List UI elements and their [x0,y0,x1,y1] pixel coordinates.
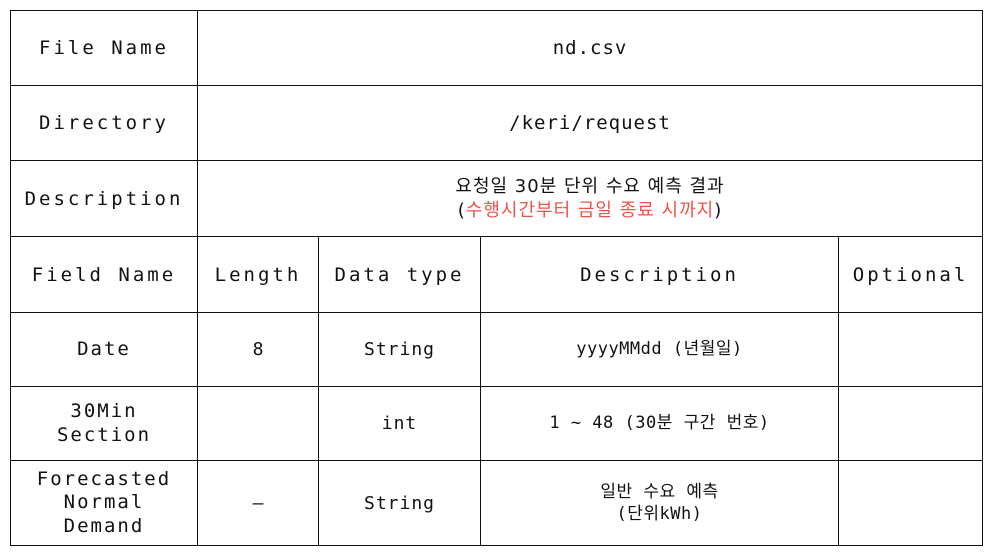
description-label: Description [10,160,198,237]
field-optional-cell [837,312,984,387]
field-description-line-1: 일반 수요 예측 [600,481,719,502]
description-value: 요청일 30분 단위 수요 예측 결과 (수행시간부터 금일 종료 시까지) [196,160,984,237]
field-data-type-cell: int [318,386,481,461]
field-description-line-1: 1 ~ 48 (30분 구간 번호) [549,413,770,434]
description-paren-close: ) [714,199,723,221]
column-header-description: Description [480,236,839,313]
field-length-cell: – [197,460,319,546]
table-row-description: Description 요청일 30분 단위 수요 예측 결과 (수행시간부터 … [10,160,984,237]
file-spec-table: File Name nd.csv Directory /keri/request… [10,10,984,546]
description-line-2: (수행시간부터 금일 종료 시까지) [202,199,978,222]
field-name-line-2: Normal [63,491,145,514]
field-name-line-1: Date [77,337,131,360]
field-name-line-3: Demand [63,514,145,537]
file-name-value: nd.csv [196,10,984,86]
field-description-cell: 1 ~ 48 (30분 구간 번호) [480,386,839,461]
field-description-cell: yyyyMMdd (년월일) [480,312,839,387]
description-highlight-text: 수행시간부터 금일 종료 시까지 [465,199,715,221]
field-name-cell: Forecasted Normal Demand [10,460,198,546]
directory-value: /keri/request [196,85,984,161]
table-row-field-date: Date 8 String yyyyMMdd (년월일) [10,312,984,387]
column-header-optional: Optional [837,236,984,313]
directory-label: Directory [10,85,198,161]
field-description-cell: 일반 수요 예측 (단위kWh) [480,460,839,546]
description-paren-open: ( [457,199,466,221]
field-length-cell: 8 [197,312,319,387]
field-table-header-row: Field Name Length Data type Description … [10,236,984,313]
field-description-line-1: yyyyMMdd (년월일) [576,339,743,360]
document-page: File Name nd.csv Directory /keri/request… [0,0,995,558]
field-name-cell: Date [10,312,198,387]
field-data-type-cell: String [318,312,481,387]
description-line-1: 요청일 30분 단위 수요 예측 결과 [455,176,725,198]
table-row-field-forecasted-normal-demand: Forecasted Normal Demand – String 일반 수요 … [10,460,984,546]
field-description-line-2: (단위kWh) [616,504,703,524]
file-name-label: File Name [10,10,198,86]
column-header-length: Length [197,236,319,313]
table-row-file-name: File Name nd.csv [10,10,984,86]
field-name-line-2: Section [56,423,152,446]
table-row-field-30min-section: 30Min Section int 1 ~ 48 (30분 구간 번호) [10,386,984,461]
field-data-type-cell: String [318,460,481,546]
column-header-data-type: Data type [318,236,481,313]
field-optional-cell [837,460,984,546]
field-optional-cell [837,386,984,461]
field-name-line-1: 30Min [70,400,138,423]
field-name-line-1: Forecasted [36,468,172,491]
table-row-directory: Directory /keri/request [10,85,984,161]
field-length-cell [197,386,319,461]
column-header-field-name: Field Name [10,236,198,313]
field-name-cell: 30Min Section [10,386,198,461]
